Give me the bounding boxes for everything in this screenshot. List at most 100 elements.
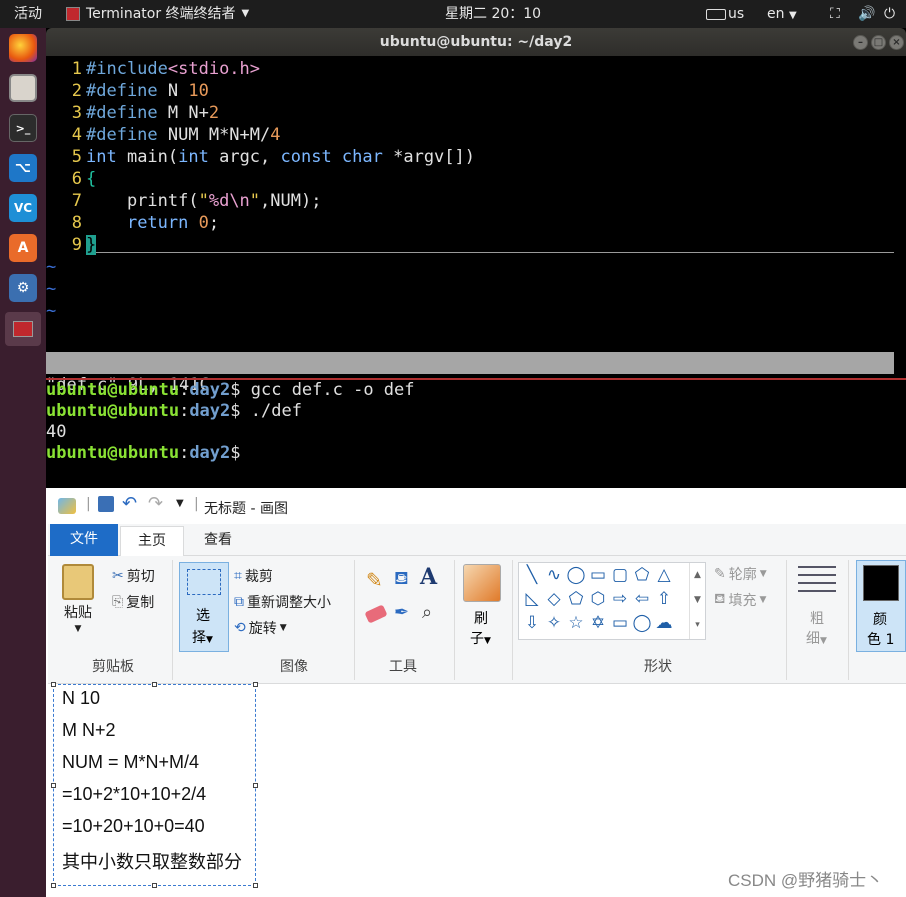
terminal-icon[interactable]: >_ xyxy=(9,114,37,142)
arrow-right-shape-icon[interactable]: ⇨ xyxy=(609,587,631,611)
vscode-alt-icon[interactable]: VC xyxy=(9,194,37,222)
code-token: M N+ xyxy=(157,103,209,123)
code-token: 4 xyxy=(270,125,281,145)
canvas-text-line: M N+2 xyxy=(62,720,116,740)
code-token: %d\n xyxy=(208,191,250,211)
arrow-down-shape-icon[interactable]: ⇩ xyxy=(521,611,543,635)
paste-button[interactable]: 粘贴 ▼ xyxy=(62,564,94,634)
prompt-dir: day2 xyxy=(189,401,231,421)
select-button[interactable]: 选 择▼ xyxy=(179,562,229,652)
brush-icon xyxy=(463,564,501,602)
software-center-icon[interactable]: A xyxy=(9,234,37,262)
tab-home[interactable]: 主页 xyxy=(120,526,184,557)
prompt-user: ubuntu@ubuntu xyxy=(46,443,180,463)
color-swatch xyxy=(863,565,899,601)
eraser-icon[interactable] xyxy=(364,604,388,624)
resize-handle[interactable] xyxy=(152,682,157,687)
redo-icon[interactable]: ↷ xyxy=(148,493,163,514)
resize-handle[interactable] xyxy=(51,682,56,687)
app-menu[interactable]: Terminator 终端终结者 ▼ xyxy=(66,0,249,28)
star6-shape-icon[interactable]: ✡ xyxy=(587,611,609,635)
resize-button[interactable]: ⧉ 重新调整大小 xyxy=(234,592,331,612)
resize-handle[interactable] xyxy=(253,783,258,788)
curve-shape-icon[interactable]: ∿ xyxy=(543,563,565,587)
shell-pane[interactable]: ubuntu@ubuntu:day2$ gcc def.c -o def ubu… xyxy=(46,380,906,480)
callout-cloud-shape-icon[interactable]: ☁ xyxy=(653,611,675,635)
activities-button[interactable]: 活动 xyxy=(14,0,42,28)
chevron-down-icon: ▼ xyxy=(788,10,797,21)
diamond-shape-icon[interactable]: ◇ xyxy=(543,587,565,611)
fill-button[interactable]: ⛾ 填充 ▼ xyxy=(714,590,766,610)
brushes-button[interactable]: 刷 子▼ xyxy=(460,562,504,652)
vscode-icon[interactable]: ⌥ xyxy=(9,154,37,182)
quick-access-dropdown-icon[interactable]: ▼ xyxy=(176,498,184,509)
code-line: 2 #define N 10 xyxy=(46,80,209,102)
right-triangle-shape-icon[interactable]: ◺ xyxy=(521,587,543,611)
cut-button[interactable]: ✂ 剪切 xyxy=(112,566,155,586)
magnifier-icon[interactable]: ⌕ xyxy=(422,602,432,623)
resize-icon: ⧉ xyxy=(234,594,244,610)
shapes-scroll[interactable]: ▲ ▼ ▾ xyxy=(689,563,705,639)
language-menu[interactable]: en ▼ xyxy=(767,0,797,28)
copy-button[interactable]: ⎘ 复制 xyxy=(112,592,154,612)
crop-button[interactable]: ⌗ 裁剪 xyxy=(234,566,273,586)
outline-button[interactable]: ✎ 轮廓 ▼ xyxy=(714,564,767,584)
resize-handle[interactable] xyxy=(253,682,258,687)
resize-handle[interactable] xyxy=(51,783,56,788)
arrow-up-shape-icon[interactable]: ⇧ xyxy=(653,587,675,611)
line-shape-icon[interactable]: ╲ xyxy=(521,563,543,587)
network-icon[interactable]: ⛶ xyxy=(830,0,840,28)
power-icon[interactable]: ⏻ xyxy=(884,0,895,28)
pentagon-shape-icon[interactable]: ⬠ xyxy=(565,587,587,611)
volume-icon[interactable]: 🔊 xyxy=(858,0,875,28)
shell-line: ubuntu@ubuntu:day2$ ./def xyxy=(46,401,302,421)
paint-window[interactable]: | ↶ ↷ ▼ | 无标题 - 画图 文件 主页 查看 粘贴 ▼ ✂ 剪切 ⎘ 复制… xyxy=(48,488,906,897)
triangle-shape-icon[interactable]: △ xyxy=(653,563,675,587)
minimize-button[interactable]: – xyxy=(853,35,868,50)
keyboard-layout[interactable]: us xyxy=(706,0,744,28)
hexagon-shape-icon[interactable]: ⬡ xyxy=(587,587,609,611)
tab-file[interactable]: 文件 xyxy=(50,524,118,556)
color1-button[interactable]: 颜 色 1 xyxy=(856,560,906,652)
rounded-rect-shape-icon[interactable]: ▢ xyxy=(609,563,631,587)
close-button[interactable]: × xyxy=(889,35,904,50)
fill-bucket-icon[interactable]: ⛾ xyxy=(394,568,409,592)
rectangle-shape-icon[interactable]: ▭ xyxy=(587,563,609,587)
arrow-left-shape-icon[interactable]: ⇦ xyxy=(631,587,653,611)
divider xyxy=(172,560,173,680)
rotate-button[interactable]: ⟲ 旋转 ▼ xyxy=(234,618,287,638)
vim-editor[interactable]: 1 #include<stdio.h> 2 #define N 10 3 #define … xyxy=(46,58,906,433)
terminal-titlebar[interactable]: ubuntu@ubuntu: ~/day2 – □ × xyxy=(46,28,906,56)
polygon-shape-icon[interactable]: ⬠ xyxy=(631,563,653,587)
code-token: 0 xyxy=(198,213,209,233)
clock[interactable]: 星期二 20：10 xyxy=(445,0,541,28)
star4-shape-icon[interactable]: ✧ xyxy=(543,611,565,635)
terminator-icon[interactable] xyxy=(5,312,41,346)
maximize-button[interactable]: □ xyxy=(871,35,886,50)
pencil-icon[interactable]: ✎ xyxy=(366,568,383,592)
ribbon-tabs: 文件 主页 查看 xyxy=(48,524,906,557)
files-icon[interactable] xyxy=(9,74,37,102)
terminal-window[interactable]: ubuntu@ubuntu: ~/day2 – □ × 1 #include<st… xyxy=(46,28,906,488)
firefox-icon[interactable] xyxy=(9,34,37,62)
cursorline xyxy=(96,252,894,253)
save-icon[interactable] xyxy=(98,496,114,512)
resize-handle[interactable] xyxy=(253,883,258,888)
undo-icon[interactable]: ↶ xyxy=(122,493,137,514)
color-picker-icon[interactable]: ✒ xyxy=(394,602,409,623)
callout-oval-shape-icon[interactable]: ◯ xyxy=(631,611,653,635)
oval-shape-icon[interactable]: ◯ xyxy=(565,563,587,587)
size-button[interactable]: 粗 细▼ xyxy=(794,562,840,652)
resize-handle[interactable] xyxy=(51,883,56,888)
crop-icon: ⌗ xyxy=(234,568,242,584)
code-token: NUM M*N+M/ xyxy=(157,125,271,145)
star5-shape-icon[interactable]: ☆ xyxy=(565,611,587,635)
paint-titlebar[interactable]: | ↶ ↷ ▼ | 无标题 - 画图 xyxy=(48,488,906,524)
shapes-gallery[interactable]: ╲ ∿ ◯ ▭ ▢ ⬠ △ ◺ ◇ ⬠ ⬡ ⇨ ⇦ ⇧ ⇩ ✧ ☆ ✡ ▭ ◯ ☁ ▲ ▼ ▾ xyxy=(518,562,706,640)
resize-handle[interactable] xyxy=(152,883,157,888)
callout-rect-shape-icon[interactable]: ▭ xyxy=(609,611,631,635)
code-token: argc, xyxy=(208,147,281,167)
text-tool-icon[interactable]: A xyxy=(420,564,437,590)
tab-view[interactable]: 查看 xyxy=(186,526,250,556)
network-tool-icon[interactable]: ⚙ xyxy=(9,274,37,302)
